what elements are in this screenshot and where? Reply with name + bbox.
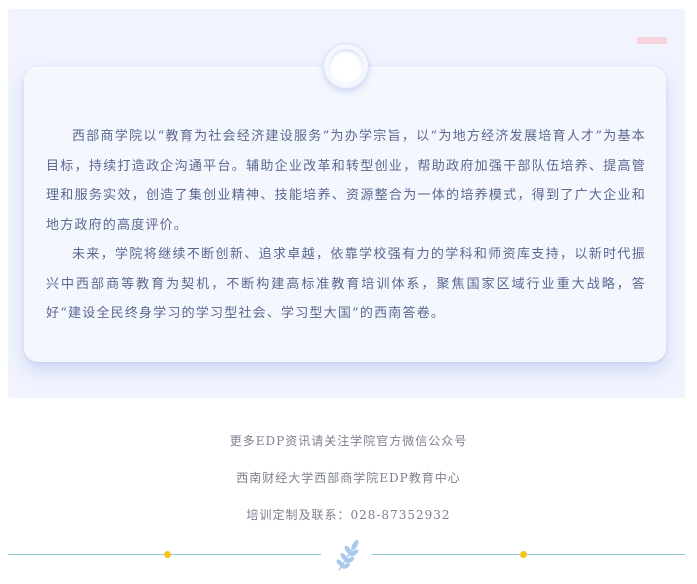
paragraph-intro: 西部商学院以“教育为社会经济建设服务”为办学宗旨，以“为地方经济发展培育人才”为… — [46, 129, 646, 233]
leaf-icon — [336, 540, 359, 571]
divider-left — [8, 554, 166, 555]
article-body: 西部商学院以“教育为社会经济建设服务”为办学宗旨，以“为地方经济发展培育人才”为… — [46, 122, 646, 329]
ring-ornament-icon — [323, 43, 369, 89]
divider-right — [527, 554, 685, 555]
divider-mid-right — [372, 554, 520, 555]
footer-center-name: 西南财经大学西部商学院EDP教育中心 — [236, 471, 461, 485]
paragraph-future: 未来，学院将继续不断创新、追求卓越，依靠学校强有力的学科和师资库支持，以新时代振… — [46, 247, 646, 321]
footer-contact: 培训定制及联系：028-87352932 — [246, 508, 451, 522]
divider-dot-left — [164, 551, 171, 558]
ring-inner — [329, 49, 363, 83]
footer-follow-text: 更多EDP资讯请关注学院官方微信公众号 — [229, 434, 468, 448]
decorative-tag — [637, 37, 667, 44]
divider-mid-left — [171, 554, 321, 555]
divider-dot-right — [520, 551, 527, 558]
